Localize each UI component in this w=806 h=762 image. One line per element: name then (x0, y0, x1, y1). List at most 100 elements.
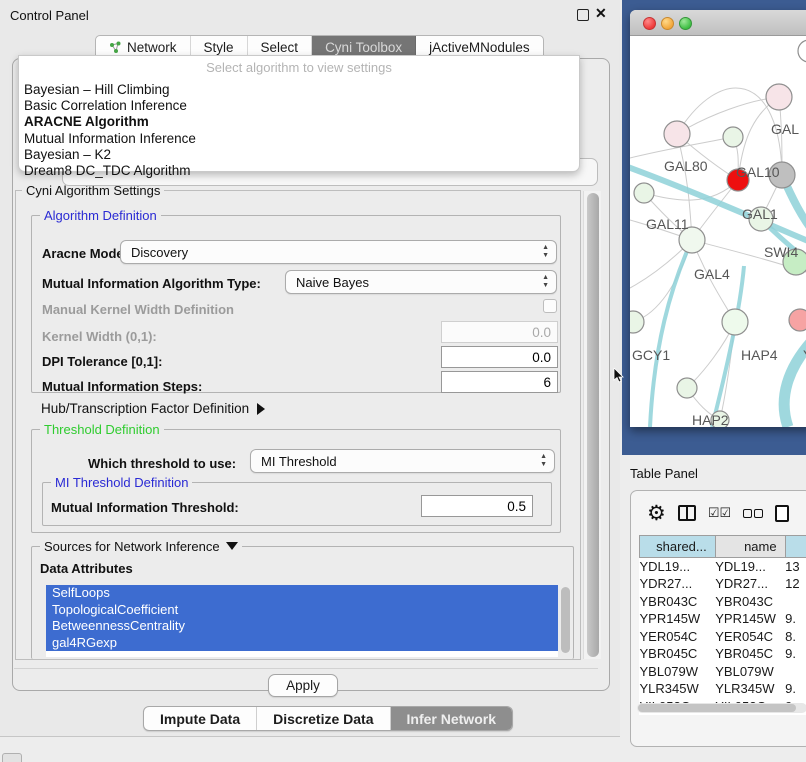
table-row[interactable]: YDL19...YDL19...13 (640, 558, 806, 576)
network-window-titlebar[interactable] (630, 10, 806, 36)
tab-infer-network[interactable]: Infer Network (391, 707, 512, 730)
table-row[interactable]: YBR043CYBR043C (640, 593, 806, 611)
dpi-tolerance-field[interactable]: 0.0 (441, 346, 558, 368)
network-icon (109, 41, 122, 54)
attribute-list-item[interactable]: BetweennessCentrality (46, 618, 558, 635)
apply-button[interactable]: Apply (268, 674, 338, 697)
table-cell[interactable]: YPR145W (640, 610, 716, 628)
dropdown-item[interactable]: Bayesian – K2 (19, 147, 579, 163)
collapse-down-icon (226, 542, 238, 550)
column-header-name[interactable]: name (715, 536, 785, 558)
network-node[interactable] (677, 378, 697, 398)
dropdown-item[interactable]: ARACNE Algorithm (19, 114, 579, 130)
mi-type-combobox[interactable]: Naive Bayes ▲▼ (285, 270, 557, 294)
data-attributes-list[interactable]: SelfLoopsTopologicalCoefficientBetweenne… (46, 585, 558, 657)
dropdown-item[interactable]: Mutual Information Inference (19, 131, 579, 147)
control-panel: Control Panel ✕ Network Style Select (0, 0, 620, 737)
table-cell[interactable]: 12 (785, 575, 806, 593)
which-threshold-label: Which threshold to use: (88, 456, 236, 471)
table-scrollbar-thumb[interactable] (638, 704, 796, 712)
attribute-list-item[interactable]: gal4RGexp (46, 635, 558, 652)
table-cell[interactable]: 8. (785, 628, 806, 646)
table-cell[interactable]: 9. (785, 645, 806, 663)
window-close-icon[interactable] (643, 17, 656, 30)
table-cell[interactable]: YBR045C (640, 645, 716, 663)
algorithm-definition-group: Algorithm Definition Aracne Mode: Discov… (31, 215, 561, 393)
table-cell[interactable]: 13 (785, 558, 806, 576)
attribute-list-item[interactable]: TopologicalCoefficient (46, 602, 558, 619)
stepper-icon: ▲▼ (542, 274, 549, 290)
export-table-icon[interactable] (775, 505, 789, 522)
close-icon[interactable]: ✕ (595, 5, 607, 22)
threshold-definition-group: Threshold Definition Which threshold to … (31, 429, 561, 533)
network-node-label: GAL11 (646, 216, 689, 232)
tab-jactivemnodules-label: jActiveMNodules (429, 40, 530, 55)
dropdown-item[interactable]: Dream8 DC_TDC Algorithm (19, 163, 579, 179)
table-cell[interactable]: YLR345W (640, 680, 716, 698)
network-canvas[interactable]: GALGAL80GAL10GAL1GAL11SWI4GAL4GCY1HAP4YH… (630, 36, 806, 427)
network-node[interactable] (789, 309, 806, 331)
tab-discretize-data[interactable]: Discretize Data (257, 707, 390, 730)
table-cell[interactable]: YPR145W (715, 610, 785, 628)
table-cell[interactable]: YBL079W (640, 663, 716, 681)
table-cell[interactable] (785, 593, 806, 611)
unchecked-columns-icon[interactable] (743, 509, 763, 518)
window-minimize-icon[interactable] (661, 17, 674, 30)
manual-kernel-checkbox[interactable] (543, 299, 557, 313)
table-cell[interactable]: YDR27... (640, 575, 716, 593)
dropdown-item[interactable]: Basic Correlation Inference (19, 98, 579, 114)
network-node[interactable] (722, 309, 748, 335)
network-node[interactable] (664, 121, 690, 147)
table-cell[interactable]: YBR045C (715, 645, 785, 663)
column-header-third[interactable] (785, 536, 806, 558)
checked-columns-icon[interactable]: ☑☑ (708, 505, 731, 521)
tab-impute-data[interactable]: Impute Data (144, 707, 257, 730)
table-cell[interactable]: YDL19... (640, 558, 716, 576)
table-horizontal-scrollbar[interactable] (637, 703, 806, 713)
network-node[interactable] (798, 40, 806, 62)
mi-steps-field[interactable]: 6 (441, 371, 558, 393)
gear-icon[interactable]: ⚙ (647, 501, 666, 526)
float-panel-icon[interactable] (577, 9, 589, 21)
attribute-list-item[interactable]: SelfLoops (46, 585, 558, 602)
mi-threshold-field[interactable]: 0.5 (421, 495, 533, 517)
bottom-tabs: Impute Data Discretize Data Infer Networ… (143, 706, 513, 731)
table-row[interactable]: YBR045CYBR045C9. (640, 645, 806, 663)
table-cell[interactable]: 9. (785, 610, 806, 628)
attributes-scrollbar[interactable] (561, 587, 570, 653)
table-cell[interactable]: YDR27... (715, 575, 785, 593)
table-row[interactable]: YPR145WYPR145W9. (640, 610, 806, 628)
settings-scrollbar-thumb[interactable] (587, 193, 599, 657)
stepper-icon: ▲▼ (540, 453, 547, 469)
table-cell[interactable]: YER054C (640, 628, 716, 646)
network-node[interactable] (630, 311, 644, 333)
table-row[interactable]: YDR27...YDR27...12 (640, 575, 806, 593)
settings-scrollbar-track[interactable] (583, 191, 601, 659)
network-node[interactable] (766, 84, 792, 110)
column-header-shared[interactable]: shared... (640, 536, 716, 558)
hub-tf-expander[interactable]: Hub/Transcription Factor Definition (41, 401, 265, 416)
table-row[interactable]: YER054CYER054C8. (640, 628, 806, 646)
table-cell[interactable]: YER054C (715, 628, 785, 646)
table-row[interactable]: YBL079WYBL079W (640, 663, 806, 681)
network-view-window[interactable]: GALGAL80GAL10GAL1GAL11SWI4GAL4GCY1HAP4YH… (630, 10, 806, 427)
table-cell[interactable]: YBL079W (715, 663, 785, 681)
dropdown-item[interactable]: Bayesian – Hill Climbing (19, 82, 579, 98)
table-cell[interactable]: YDL19... (715, 558, 785, 576)
window-zoom-icon[interactable] (679, 17, 692, 30)
collapsed-panel-button[interactable] (2, 753, 22, 762)
node-table[interactable]: shared... name YDL19...YDL19...13YDR27..… (639, 535, 806, 715)
sources-title-wrap[interactable]: Sources for Network Inference (40, 539, 242, 554)
table-cell[interactable]: 9. (785, 680, 806, 698)
table-cell[interactable]: YBR043C (715, 593, 785, 611)
network-node[interactable] (634, 183, 654, 203)
columns-icon[interactable] (678, 505, 696, 521)
table-row[interactable]: YLR345WYLR345W9. (640, 680, 806, 698)
kernel-width-field: 0.0 (441, 321, 558, 343)
which-threshold-combobox[interactable]: MI Threshold ▲▼ (250, 449, 555, 473)
table-cell[interactable]: YLR345W (715, 680, 785, 698)
table-cell[interactable]: YBR043C (640, 593, 716, 611)
network-node[interactable] (723, 127, 743, 147)
table-cell[interactable] (785, 663, 806, 681)
aracne-mode-combobox[interactable]: Discovery ▲▼ (120, 240, 557, 264)
